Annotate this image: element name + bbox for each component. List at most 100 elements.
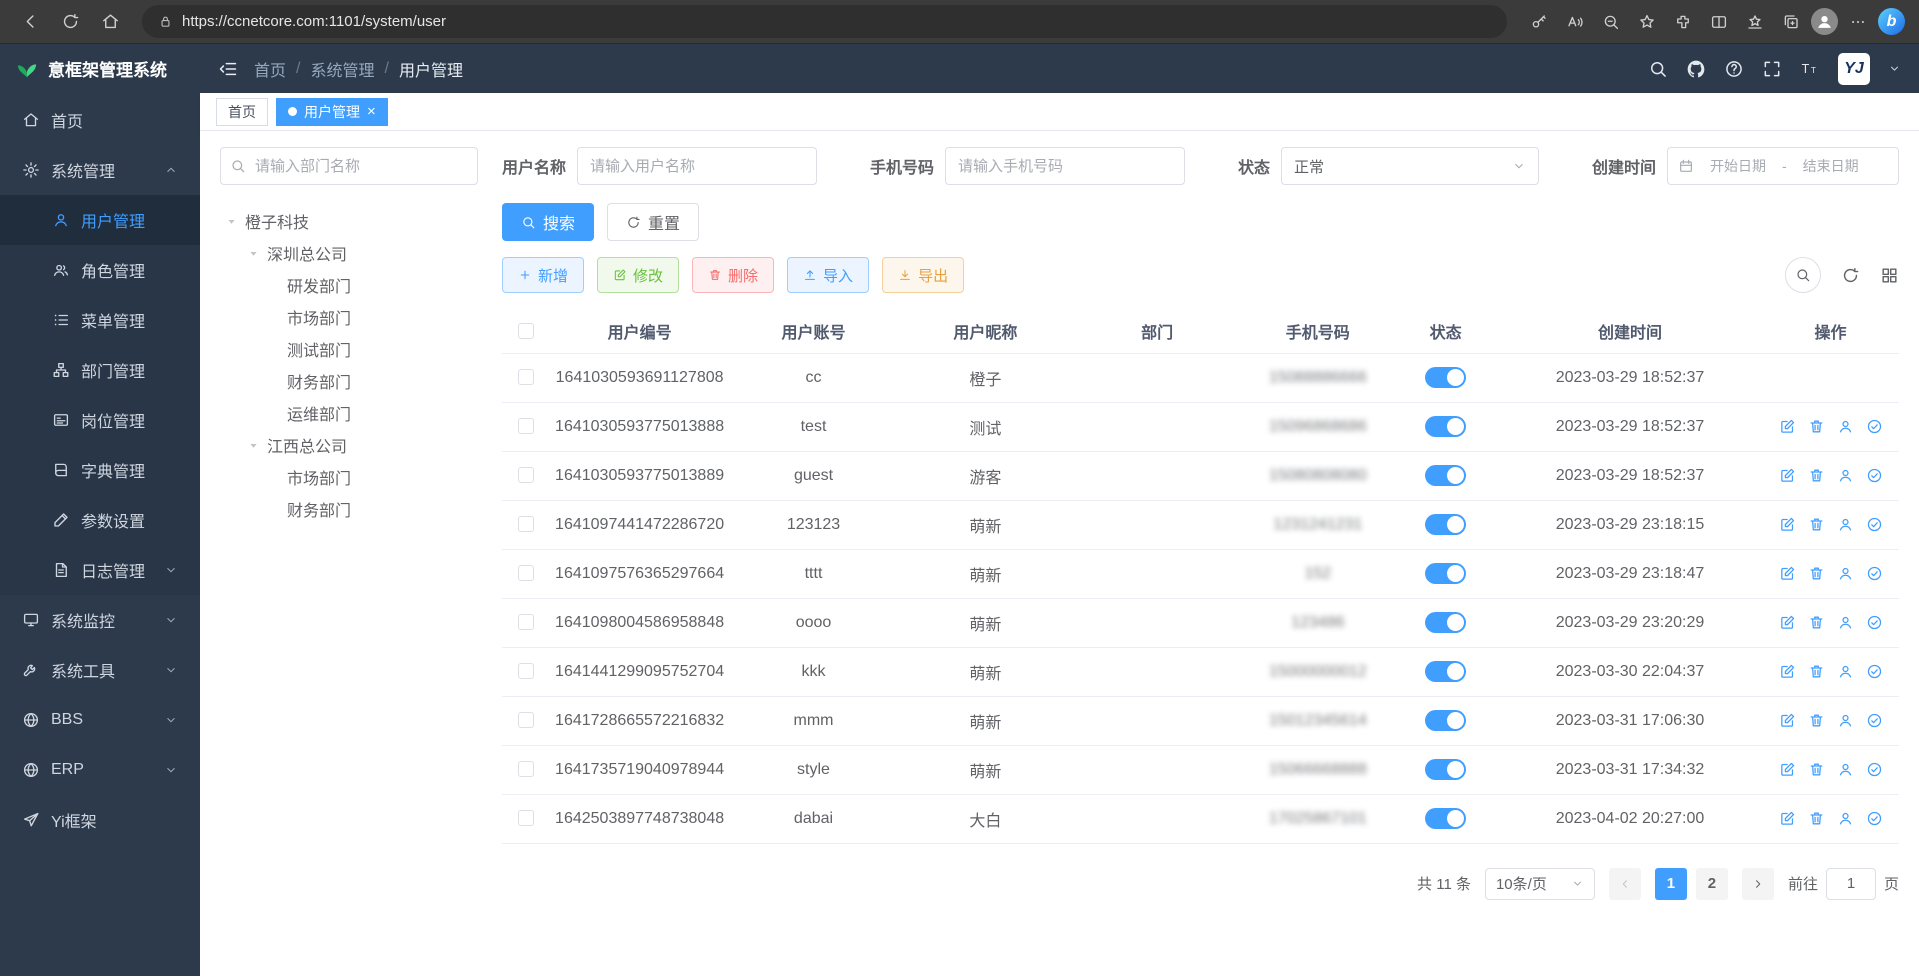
tree-node[interactable]: 财务部门 bbox=[220, 493, 478, 525]
import-button[interactable]: 导入 bbox=[787, 257, 869, 293]
browser-refresh-button[interactable] bbox=[54, 6, 86, 38]
row-checkbox[interactable] bbox=[518, 761, 534, 777]
close-icon[interactable]: × bbox=[367, 104, 376, 119]
sidebar-item-user[interactable]: 用户管理 bbox=[0, 195, 200, 245]
reset-button[interactable]: 重置 bbox=[607, 203, 699, 241]
reset-password-button[interactable] bbox=[1837, 810, 1854, 827]
caret-down-icon[interactable] bbox=[246, 246, 261, 261]
address-bar[interactable]: https://ccnetcore.com:1101/system/user bbox=[142, 5, 1507, 38]
date-range-picker[interactable]: - bbox=[1667, 147, 1899, 185]
copilot-icon[interactable]: b bbox=[1878, 8, 1905, 35]
start-date-input[interactable] bbox=[1700, 158, 1776, 174]
reset-password-button[interactable] bbox=[1837, 516, 1854, 533]
collections-icon[interactable] bbox=[1775, 6, 1807, 38]
next-page-button[interactable] bbox=[1742, 868, 1774, 900]
row-delete-button[interactable] bbox=[1808, 614, 1825, 631]
fullscreen-icon[interactable] bbox=[1762, 59, 1782, 79]
sidebar-item-system[interactable]: 系统管理 bbox=[0, 145, 200, 195]
prev-page-button[interactable] bbox=[1609, 868, 1641, 900]
font-size-icon[interactable]: TT bbox=[1800, 59, 1820, 79]
row-checkbox[interactable] bbox=[518, 663, 534, 679]
row-delete-button[interactable] bbox=[1808, 565, 1825, 582]
row-edit-button[interactable] bbox=[1779, 467, 1796, 484]
sidebar-item-menu[interactable]: 菜单管理 bbox=[0, 295, 200, 345]
username-input[interactable] bbox=[577, 147, 817, 185]
breadcrumb-item[interactable]: 首页 bbox=[254, 57, 286, 81]
browser-back-button[interactable] bbox=[14, 6, 46, 38]
row-delete-button[interactable] bbox=[1808, 810, 1825, 827]
table-search-toggle-button[interactable] bbox=[1785, 257, 1821, 293]
add-button[interactable]: 新增 bbox=[502, 257, 584, 293]
row-checkbox[interactable] bbox=[518, 467, 534, 483]
row-edit-button[interactable] bbox=[1779, 712, 1796, 729]
row-delete-button[interactable] bbox=[1808, 418, 1825, 435]
search-icon[interactable] bbox=[1648, 59, 1668, 79]
page-button-2[interactable]: 2 bbox=[1696, 868, 1728, 900]
tree-node[interactable]: 深圳总公司 bbox=[220, 237, 478, 269]
sidebar-item-home[interactable]: 首页 bbox=[0, 95, 200, 145]
sidebar-item-monitor[interactable]: 系统监控 bbox=[0, 595, 200, 645]
export-button[interactable]: 导出 bbox=[882, 257, 964, 293]
status-toggle[interactable] bbox=[1425, 808, 1466, 829]
select-all-checkbox[interactable] bbox=[518, 323, 534, 339]
status-toggle[interactable] bbox=[1425, 514, 1466, 535]
sidebar-item-tools[interactable]: 系统工具 bbox=[0, 645, 200, 695]
sidebar-item-erp[interactable]: ERP bbox=[0, 745, 200, 795]
sidebar-item-post[interactable]: 岗位管理 bbox=[0, 395, 200, 445]
caret-down-icon[interactable] bbox=[224, 214, 239, 229]
reset-password-button[interactable] bbox=[1837, 418, 1854, 435]
assign-role-button[interactable] bbox=[1866, 516, 1883, 533]
status-toggle[interactable] bbox=[1425, 416, 1466, 437]
row-edit-button[interactable] bbox=[1779, 810, 1796, 827]
user-avatar[interactable]: YJ bbox=[1838, 53, 1870, 85]
assign-role-button[interactable] bbox=[1866, 418, 1883, 435]
caret-down-icon[interactable] bbox=[246, 438, 261, 453]
sidebar-item-yiframe[interactable]: Yi框架 bbox=[0, 795, 200, 845]
reset-password-button[interactable] bbox=[1837, 761, 1854, 778]
assign-role-button[interactable] bbox=[1866, 761, 1883, 778]
row-checkbox[interactable] bbox=[518, 614, 534, 630]
status-toggle[interactable] bbox=[1425, 612, 1466, 633]
reset-password-button[interactable] bbox=[1837, 565, 1854, 582]
delete-button[interactable]: 删除 bbox=[692, 257, 774, 293]
reset-password-button[interactable] bbox=[1837, 712, 1854, 729]
reset-password-button[interactable] bbox=[1837, 663, 1854, 680]
row-edit-button[interactable] bbox=[1779, 516, 1796, 533]
sidebar-item-log[interactable]: 日志管理 bbox=[0, 545, 200, 595]
status-toggle[interactable] bbox=[1425, 661, 1466, 682]
reset-password-button[interactable] bbox=[1837, 467, 1854, 484]
more-icon[interactable] bbox=[1842, 6, 1874, 38]
row-delete-button[interactable] bbox=[1808, 761, 1825, 778]
row-delete-button[interactable] bbox=[1808, 467, 1825, 484]
sidebar-item-role[interactable]: 角色管理 bbox=[0, 245, 200, 295]
status-toggle[interactable] bbox=[1425, 563, 1466, 584]
row-edit-button[interactable] bbox=[1779, 565, 1796, 582]
status-toggle[interactable] bbox=[1425, 710, 1466, 731]
phone-input[interactable] bbox=[945, 147, 1185, 185]
tree-node[interactable]: 研发部门 bbox=[220, 269, 478, 301]
tab-user-management[interactable]: 用户管理× bbox=[276, 98, 388, 126]
row-delete-button[interactable] bbox=[1808, 663, 1825, 680]
assign-role-button[interactable] bbox=[1866, 663, 1883, 680]
edit-button[interactable]: 修改 bbox=[597, 257, 679, 293]
column-settings-button[interactable] bbox=[1880, 266, 1899, 285]
row-delete-button[interactable] bbox=[1808, 712, 1825, 729]
tree-node[interactable]: 市场部门 bbox=[220, 461, 478, 493]
github-icon[interactable] bbox=[1686, 59, 1706, 79]
zoom-out-icon[interactable] bbox=[1595, 6, 1627, 38]
tree-node[interactable]: 市场部门 bbox=[220, 301, 478, 333]
search-button[interactable]: 搜索 bbox=[502, 203, 594, 241]
row-delete-button[interactable] bbox=[1808, 516, 1825, 533]
reset-password-button[interactable] bbox=[1837, 614, 1854, 631]
sidebar-item-param[interactable]: 参数设置 bbox=[0, 495, 200, 545]
sidebar-item-dict[interactable]: 字典管理 bbox=[0, 445, 200, 495]
row-checkbox[interactable] bbox=[518, 418, 534, 434]
row-checkbox[interactable] bbox=[518, 565, 534, 581]
row-checkbox[interactable] bbox=[518, 516, 534, 532]
assign-role-button[interactable] bbox=[1866, 565, 1883, 582]
row-checkbox[interactable] bbox=[518, 810, 534, 826]
row-checkbox[interactable] bbox=[518, 369, 534, 385]
row-edit-button[interactable] bbox=[1779, 614, 1796, 631]
end-date-input[interactable] bbox=[1793, 158, 1869, 174]
status-toggle[interactable] bbox=[1425, 759, 1466, 780]
